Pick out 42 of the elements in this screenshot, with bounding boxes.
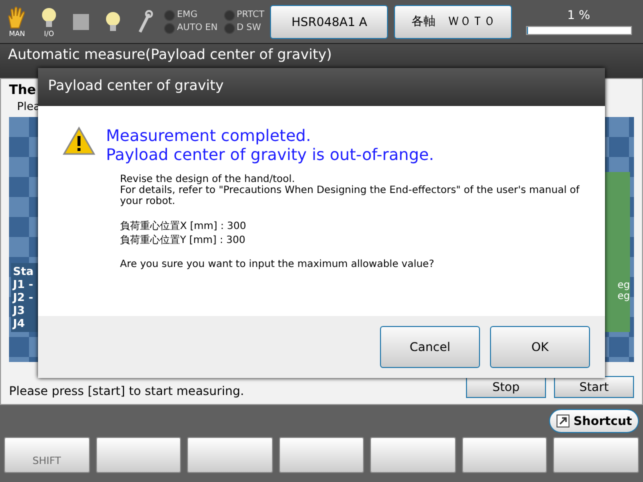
function-key[interactable]: SHIFT [4, 437, 90, 473]
progress-reading: 1 % [567, 8, 590, 22]
square-icon [73, 14, 89, 30]
unit-text: eg [618, 280, 630, 291]
axis-text: Sta [13, 265, 35, 278]
robot-button[interactable]: 各軸 Ｗ０Ｔ０ [394, 4, 512, 38]
lightbulb-icon [104, 10, 122, 34]
unit-text: eg [618, 291, 630, 302]
shortcut-button[interactable]: Shortcut [548, 409, 639, 433]
heading-text: The [9, 83, 36, 98]
robot-button[interactable]: HSR048A1 A [270, 4, 388, 38]
function-key[interactable] [278, 437, 364, 473]
body-text: Revise the design of the hand/tool. [120, 174, 295, 185]
body-text: For details, refer to "Precautions When Designing the End-effectors" of the user's manual of your robot. [120, 185, 581, 207]
dialog-title: Payload center of gravity [38, 68, 605, 106]
axis-text: J1 - [13, 278, 34, 291]
question-text: Are you sure you want to input the maximum allowable value? [120, 259, 436, 270]
function-key[interactable] [370, 437, 456, 473]
action-button[interactable]: Stop [466, 376, 546, 398]
function-key[interactable] [462, 437, 548, 473]
action-button[interactable]: Start [554, 376, 634, 398]
value-text: 負荷重心位置X [mm] : 300 [120, 220, 248, 233]
axis-text: J2 - [13, 291, 34, 304]
function-key[interactable] [96, 437, 182, 473]
dialog-button[interactable]: OK [490, 326, 590, 368]
headline-text: Measurement completed. [106, 126, 312, 145]
status-message: Please press [start] to start measuring. [9, 384, 246, 398]
lightbulb-icon [40, 6, 58, 30]
axis-text: J4 [13, 317, 26, 330]
wrench-icon [137, 10, 153, 34]
value-text: 負荷重心位置Y [mm] : 300 [120, 234, 246, 247]
lamp-label: EMG [177, 10, 198, 20]
headline-text: Payload center of gravity is out-of-range. [106, 145, 434, 164]
lamp-label: D SW [236, 23, 262, 33]
axis-text: J3 [13, 304, 26, 317]
dialog-button[interactable]: Cancel [380, 326, 480, 368]
hand-icon [6, 6, 28, 30]
lamp-label: PRTCT [236, 10, 264, 20]
warning-icon [62, 126, 96, 156]
function-key[interactable] [553, 437, 640, 473]
function-key[interactable] [187, 437, 273, 473]
lamp-label: AUTO EN [177, 23, 218, 33]
